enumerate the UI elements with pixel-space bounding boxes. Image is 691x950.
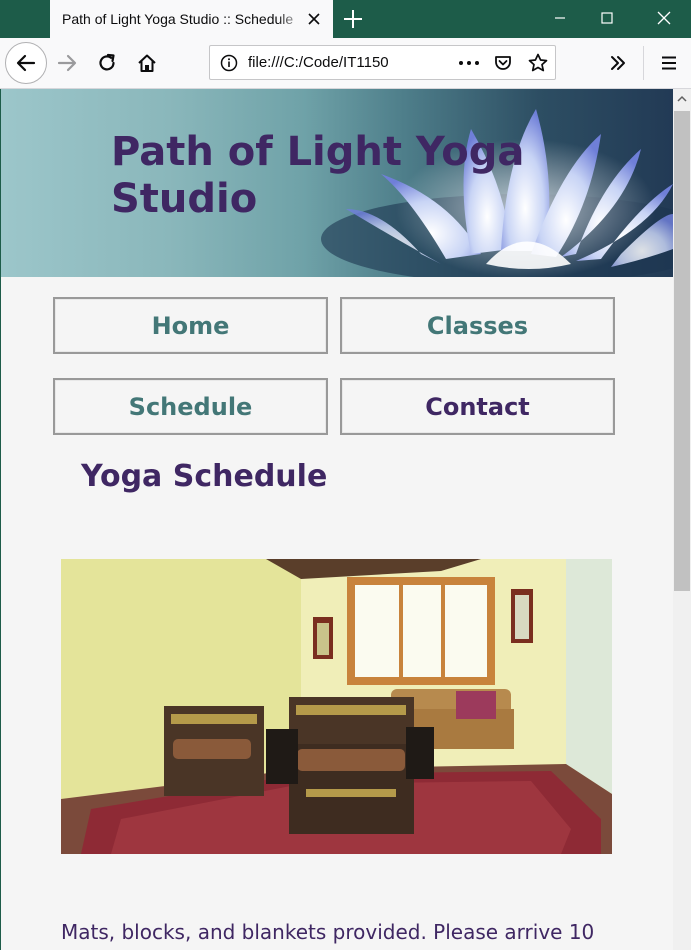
page-viewport: Path of Light Yoga Studio Home Classes S… bbox=[1, 89, 673, 950]
chevron-up-icon bbox=[677, 95, 687, 102]
info-icon[interactable] bbox=[220, 54, 238, 72]
page-actions-icon[interactable] bbox=[458, 55, 480, 71]
nav-classes-button[interactable]: Classes bbox=[340, 297, 615, 354]
reload-icon bbox=[99, 53, 115, 71]
address-bar[interactable]: file:///C:/Code/IT1150 bbox=[209, 45, 556, 80]
app-menu-button[interactable] bbox=[657, 51, 681, 75]
minimize-button[interactable] bbox=[537, 0, 583, 36]
maximize-button[interactable] bbox=[584, 0, 630, 36]
vertical-scrollbar[interactable] bbox=[673, 89, 691, 950]
tab-bar: Path of Light Yoga Studio :: Schedule bbox=[0, 0, 691, 38]
maximize-icon bbox=[601, 12, 613, 24]
home-button[interactable] bbox=[135, 51, 159, 75]
close-window-button[interactable] bbox=[641, 0, 687, 36]
scrollbar-thumb[interactable] bbox=[674, 111, 690, 591]
new-tab-icon[interactable] bbox=[340, 6, 366, 32]
site-title: Path of Light Yoga Studio bbox=[111, 129, 525, 222]
scroll-up-button[interactable] bbox=[673, 89, 691, 109]
browser-tab[interactable]: Path of Light Yoga Studio :: Schedule bbox=[50, 0, 333, 38]
studio-room-photo bbox=[61, 559, 612, 854]
bookmark-star-icon[interactable] bbox=[527, 52, 549, 74]
intro-paragraph: Mats, blocks, and blankets provided. Ple… bbox=[61, 920, 595, 950]
nav-schedule-button[interactable]: Schedule bbox=[53, 378, 328, 435]
navigation-toolbar: file:///C:/Code/IT1150 bbox=[0, 38, 691, 89]
back-button[interactable] bbox=[5, 42, 47, 84]
tab-title: Path of Light Yoga Studio :: Schedule bbox=[62, 11, 294, 27]
toolbar-separator bbox=[643, 46, 644, 80]
pocket-icon[interactable] bbox=[493, 53, 513, 73]
overflow-menu-button[interactable] bbox=[606, 51, 630, 75]
back-arrow-icon bbox=[16, 54, 36, 72]
forward-arrow-icon bbox=[57, 54, 77, 72]
home-icon bbox=[138, 54, 156, 72]
minimize-icon bbox=[555, 17, 565, 19]
hamburger-menu-icon bbox=[662, 56, 676, 70]
page-heading: Yoga Schedule bbox=[81, 459, 328, 494]
close-tab-icon[interactable] bbox=[305, 10, 323, 28]
reload-button[interactable] bbox=[95, 51, 119, 75]
close-window-icon bbox=[657, 11, 671, 25]
url-text: file:///C:/Code/IT1150 bbox=[248, 54, 389, 71]
chevron-double-right-icon bbox=[611, 56, 625, 70]
header-banner: Path of Light Yoga Studio bbox=[1, 89, 673, 277]
nav-contact-button[interactable]: Contact bbox=[340, 378, 615, 435]
nav-home-button[interactable]: Home bbox=[53, 297, 328, 354]
forward-button[interactable] bbox=[55, 51, 79, 75]
